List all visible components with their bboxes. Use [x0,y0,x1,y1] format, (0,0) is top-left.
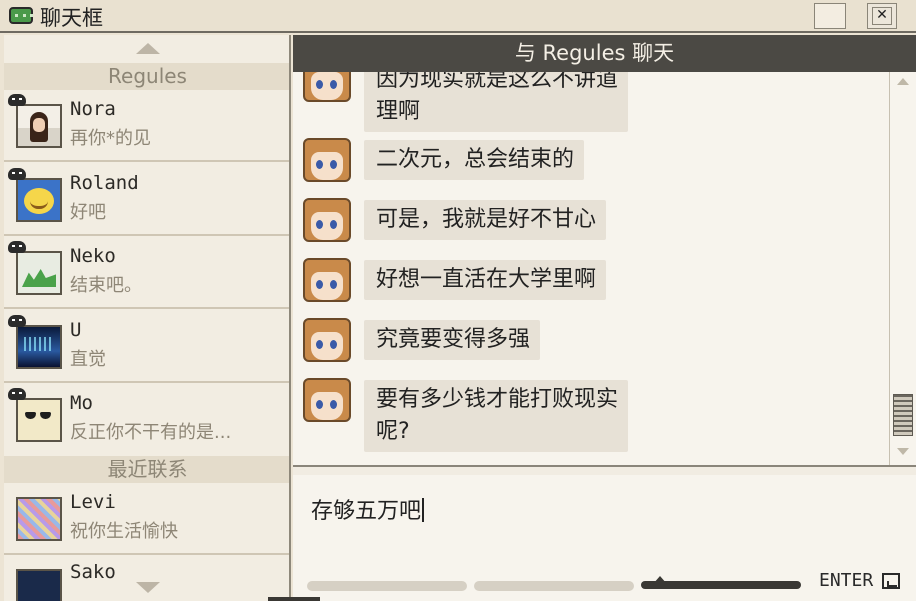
regules-avatar [303,318,351,362]
contact-name: Nora [70,98,116,120]
progress-segment-active [641,576,801,590]
message-text-line: 呢? [376,419,410,444]
scrollbar-thumb[interactable] [893,394,913,436]
girl-avatar [16,104,62,148]
dark-avatar [16,569,62,601]
contact-item-mo[interactable]: Mo 反正你不干有的是... [4,384,289,456]
contact-name: Sako [70,561,116,583]
close-icon: ✕ [876,7,888,23]
chat-header: 与 Regules 聊天 [293,35,916,72]
regules-avatar [303,138,351,182]
message-bubble: 好想一直活在大学里啊 [364,260,607,300]
contacts-scroll-down-icon[interactable] [136,582,160,593]
message-input-area[interactable]: 存够五万吧 ENTER [293,475,916,601]
contact-last-message: 祝你生活愉快 [70,521,178,542]
status-mask-icon [8,168,26,180]
resize-handle[interactable] [268,597,320,601]
send-button[interactable]: ENTER [819,570,873,591]
message-bubble: 究竟要变得多强 [364,320,541,360]
contact-name: Levi [70,491,116,513]
contact-last-message: 好吧 [70,202,106,223]
progress-segment [307,581,467,591]
contact-last-message: 反正你不干有的是... [70,422,232,443]
close-button[interactable]: ✕ [867,3,897,29]
regules-avatar [303,72,351,102]
message-bubble: 因为现实就是这么不讲道 理啊 [364,72,629,132]
progress-segment [474,581,634,591]
contact-item-neko[interactable]: Neko 结束吧。 [4,237,289,309]
message-list: 因为现实就是这么不讲道 理啊 二次元，总会结束的 可是，我就是好不甘心 好想一直… [293,72,889,465]
restore-button[interactable] [814,3,846,29]
message-text-line: 因为现实就是这么不讲道 [376,72,619,92]
scroll-down-icon[interactable] [897,448,909,455]
return-key-icon[interactable] [882,573,900,589]
frog-avatar [16,251,62,295]
chat-bubble-icon [9,7,33,24]
aurora-avatar [16,325,62,369]
message-scrollbar[interactable] [889,72,916,465]
group-header-favorites: Regules [4,63,289,90]
message-text-line: 要有多少钱才能打败现实 [376,387,619,412]
contact-name: U [70,319,82,341]
sunglasses-avatar [16,398,62,442]
progress-marker [653,576,667,584]
group-header-recent: 最近联系 [4,456,289,483]
contact-item-nora[interactable]: Nora 再你*的见 [4,90,289,162]
contact-name: Roland [70,172,139,194]
contact-last-message: 直觉 [70,349,106,370]
contact-item-u[interactable]: U 直觉 [4,311,289,383]
contact-last-message: 再你*的见 [70,128,151,149]
contact-name: Mo [70,392,93,414]
contact-item-levi[interactable]: Levi 祝你生活愉快 [4,483,289,555]
mosaic-avatar [16,497,62,541]
contacts-scroll-up-icon[interactable] [136,43,160,54]
contact-item-sako[interactable]: Sako [4,557,289,601]
message-input[interactable]: 存够五万吧 [311,493,424,525]
contact-last-message: 结束吧。 [70,275,142,296]
regules-avatar [303,378,351,422]
title-bar: 聊天框 ✕ [0,0,916,33]
status-mask-icon [8,315,26,327]
message-bubble: 要有多少钱才能打败现实 呢? [364,380,629,452]
message-text-line: 理啊 [376,99,421,124]
window-title: 聊天框 [40,6,103,30]
regules-avatar [303,258,351,302]
status-mask-icon [8,241,26,253]
contact-item-roland[interactable]: Roland 好吧 [4,164,289,236]
contact-name: Neko [70,245,116,267]
message-bubble: 二次元，总会结束的 [364,140,585,180]
smiley-avatar [16,178,62,222]
scroll-up-icon[interactable] [897,78,909,85]
chat-title: 与 Regules 聊天 [514,41,675,65]
status-mask-icon [8,94,26,106]
regules-avatar [303,198,351,242]
input-divider [293,465,916,475]
message-bubble: 可是，我就是好不甘心 [364,200,607,240]
status-mask-icon [8,388,26,400]
contacts-panel: Regules Nora 再你*的见 Roland 好吧 Neko 结束吧。 U… [4,35,291,601]
